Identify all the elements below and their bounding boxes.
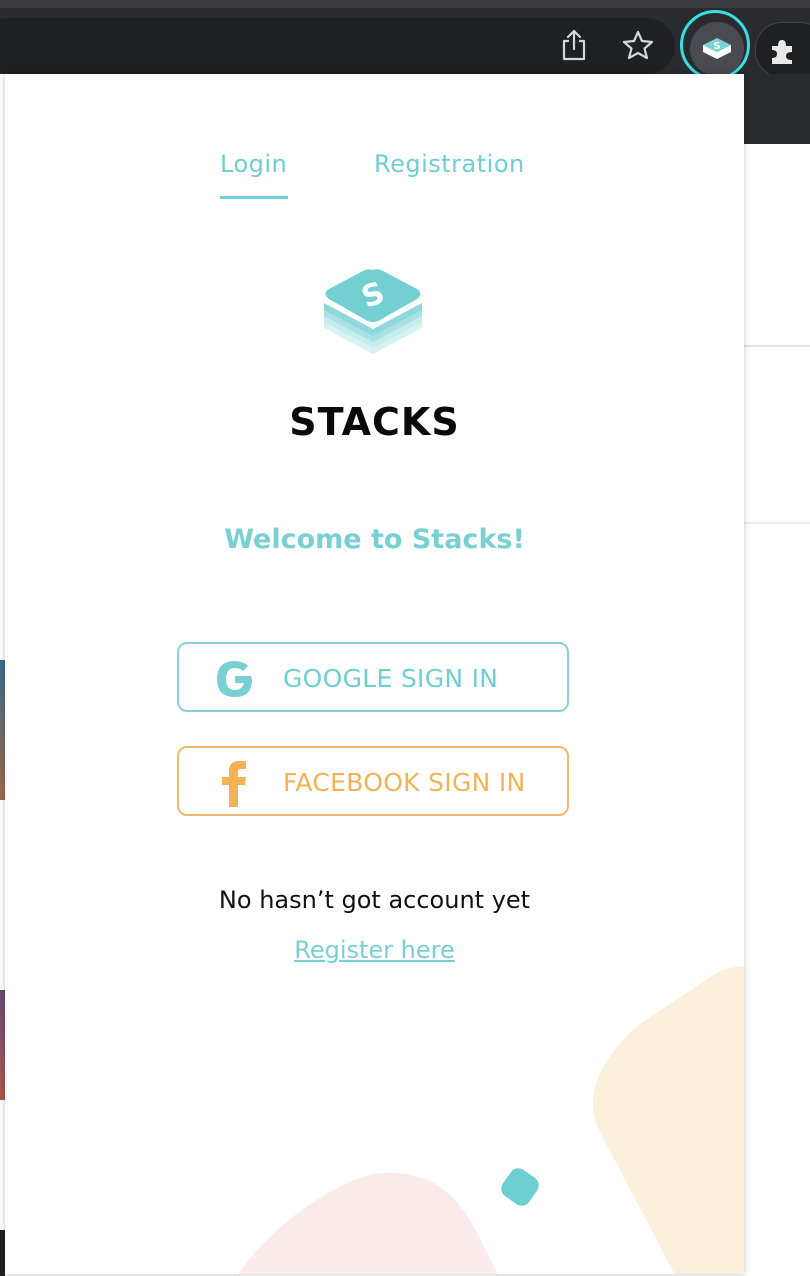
tab-registration[interactable]: Registration (374, 150, 525, 178)
decorative-shape (501, 1168, 539, 1206)
facebook-sign-in-label: FACEBOOK SIGN IN (283, 768, 526, 797)
puzzle-icon (772, 40, 792, 64)
page-background-dark (744, 74, 810, 144)
page-divider (744, 345, 810, 347)
welcome-heading: Welcome to Stacks! (224, 524, 525, 555)
extension-popup: Login Registration S STACKS Welcome to S… (5, 74, 744, 1274)
browser-toolbar: S (0, 8, 810, 80)
active-tab-indicator (220, 196, 288, 199)
page-divider (744, 522, 810, 524)
share-icon[interactable] (554, 25, 594, 65)
decorative-shape (592, 966, 744, 1274)
no-account-text: No hasn’t got account yet (218, 886, 531, 914)
star-icon[interactable] (618, 25, 658, 65)
brand-title: STACKS (289, 400, 460, 444)
tab-login[interactable]: Login (220, 150, 287, 178)
stacks-logo-icon: S (318, 258, 428, 368)
google-sign-in-button[interactable]: GOOGLE SIGN IN (177, 642, 569, 712)
extension-highlight-ring (680, 10, 750, 80)
decorative-shape (238, 1172, 498, 1274)
window-top-bar (0, 0, 810, 8)
google-icon (213, 657, 257, 701)
facebook-sign-in-button[interactable]: FACEBOOK SIGN IN (177, 746, 569, 816)
extensions-button[interactable] (755, 22, 810, 78)
google-sign-in-label: GOOGLE SIGN IN (283, 664, 499, 693)
facebook-icon (213, 761, 257, 807)
